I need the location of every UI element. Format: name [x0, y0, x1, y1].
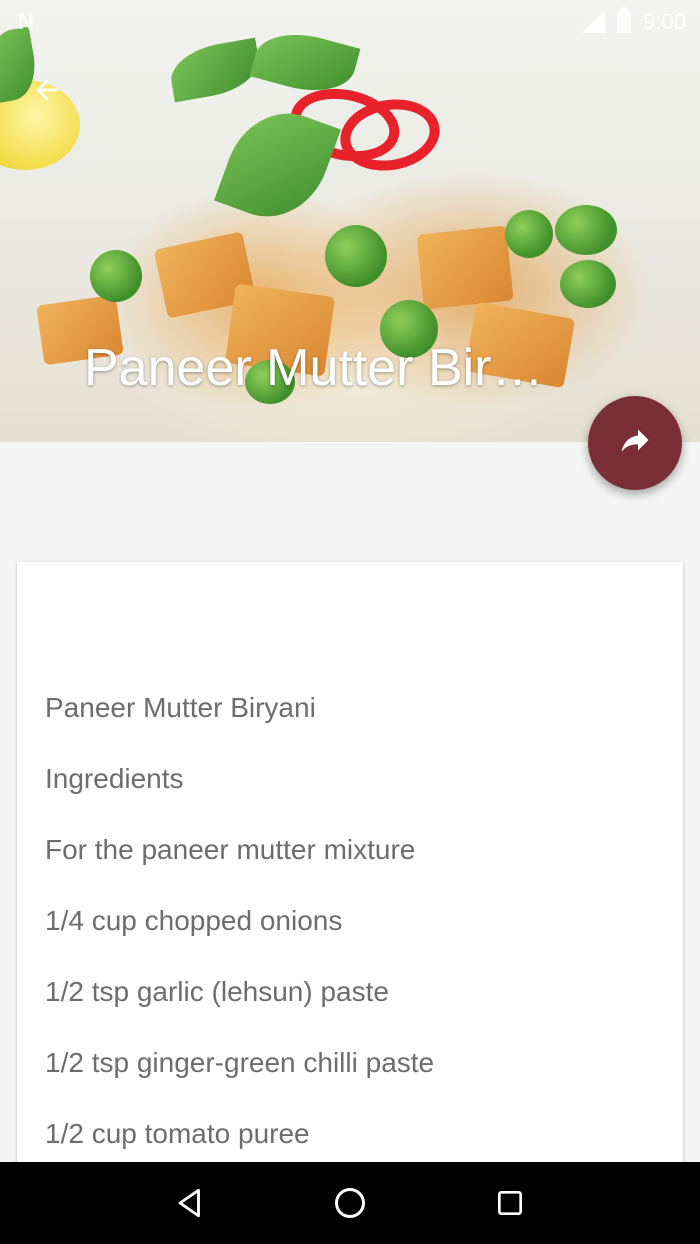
recipe-line: 1/2 tsp ginger-green chilli paste — [45, 1047, 435, 1078]
arrow-left-icon — [36, 79, 58, 101]
paneer-piece-decoration — [416, 225, 514, 310]
pea-decoration — [505, 210, 553, 258]
share-button[interactable] — [588, 396, 682, 490]
mint-leaf-decoration — [166, 37, 264, 103]
system-navigation-bar — [0, 1162, 700, 1244]
pea-decoration — [325, 225, 387, 287]
pea-decoration — [90, 250, 142, 302]
signal-icon — [579, 11, 606, 33]
square-recents-icon — [498, 1191, 522, 1215]
recipe-line: 1/2 tsp garlic (lehsun) paste — [45, 976, 389, 1007]
nav-back-button[interactable] — [160, 1173, 220, 1233]
recipe-card: Paneer Mutter Biryani Ingredients For th… — [17, 562, 683, 1182]
notification-icon: N — [18, 9, 34, 34]
recipe-line: 1/4 cup chopped onions — [45, 905, 343, 936]
recipe-line: For the paneer mutter mixture — [45, 834, 416, 865]
recipe-line: Ingredients — [45, 763, 184, 794]
pea-decoration — [560, 260, 616, 308]
back-button[interactable] — [24, 68, 70, 112]
status-bar: N 9:00 — [0, 0, 700, 44]
triangle-back-icon — [178, 1188, 200, 1218]
share-icon — [621, 429, 649, 452]
nav-recents-button[interactable] — [480, 1173, 540, 1233]
recipe-line: Paneer Mutter Biryani — [45, 692, 316, 723]
page-title: Paneer Mutter Biryani — [84, 339, 564, 397]
status-indicators: 9:00 — [579, 7, 686, 35]
pea-decoration — [555, 205, 617, 255]
nav-home-button[interactable] — [320, 1173, 380, 1233]
battery-icon — [617, 7, 632, 33]
status-time: 9:00 — [643, 9, 686, 34]
circle-home-icon — [335, 1188, 365, 1218]
